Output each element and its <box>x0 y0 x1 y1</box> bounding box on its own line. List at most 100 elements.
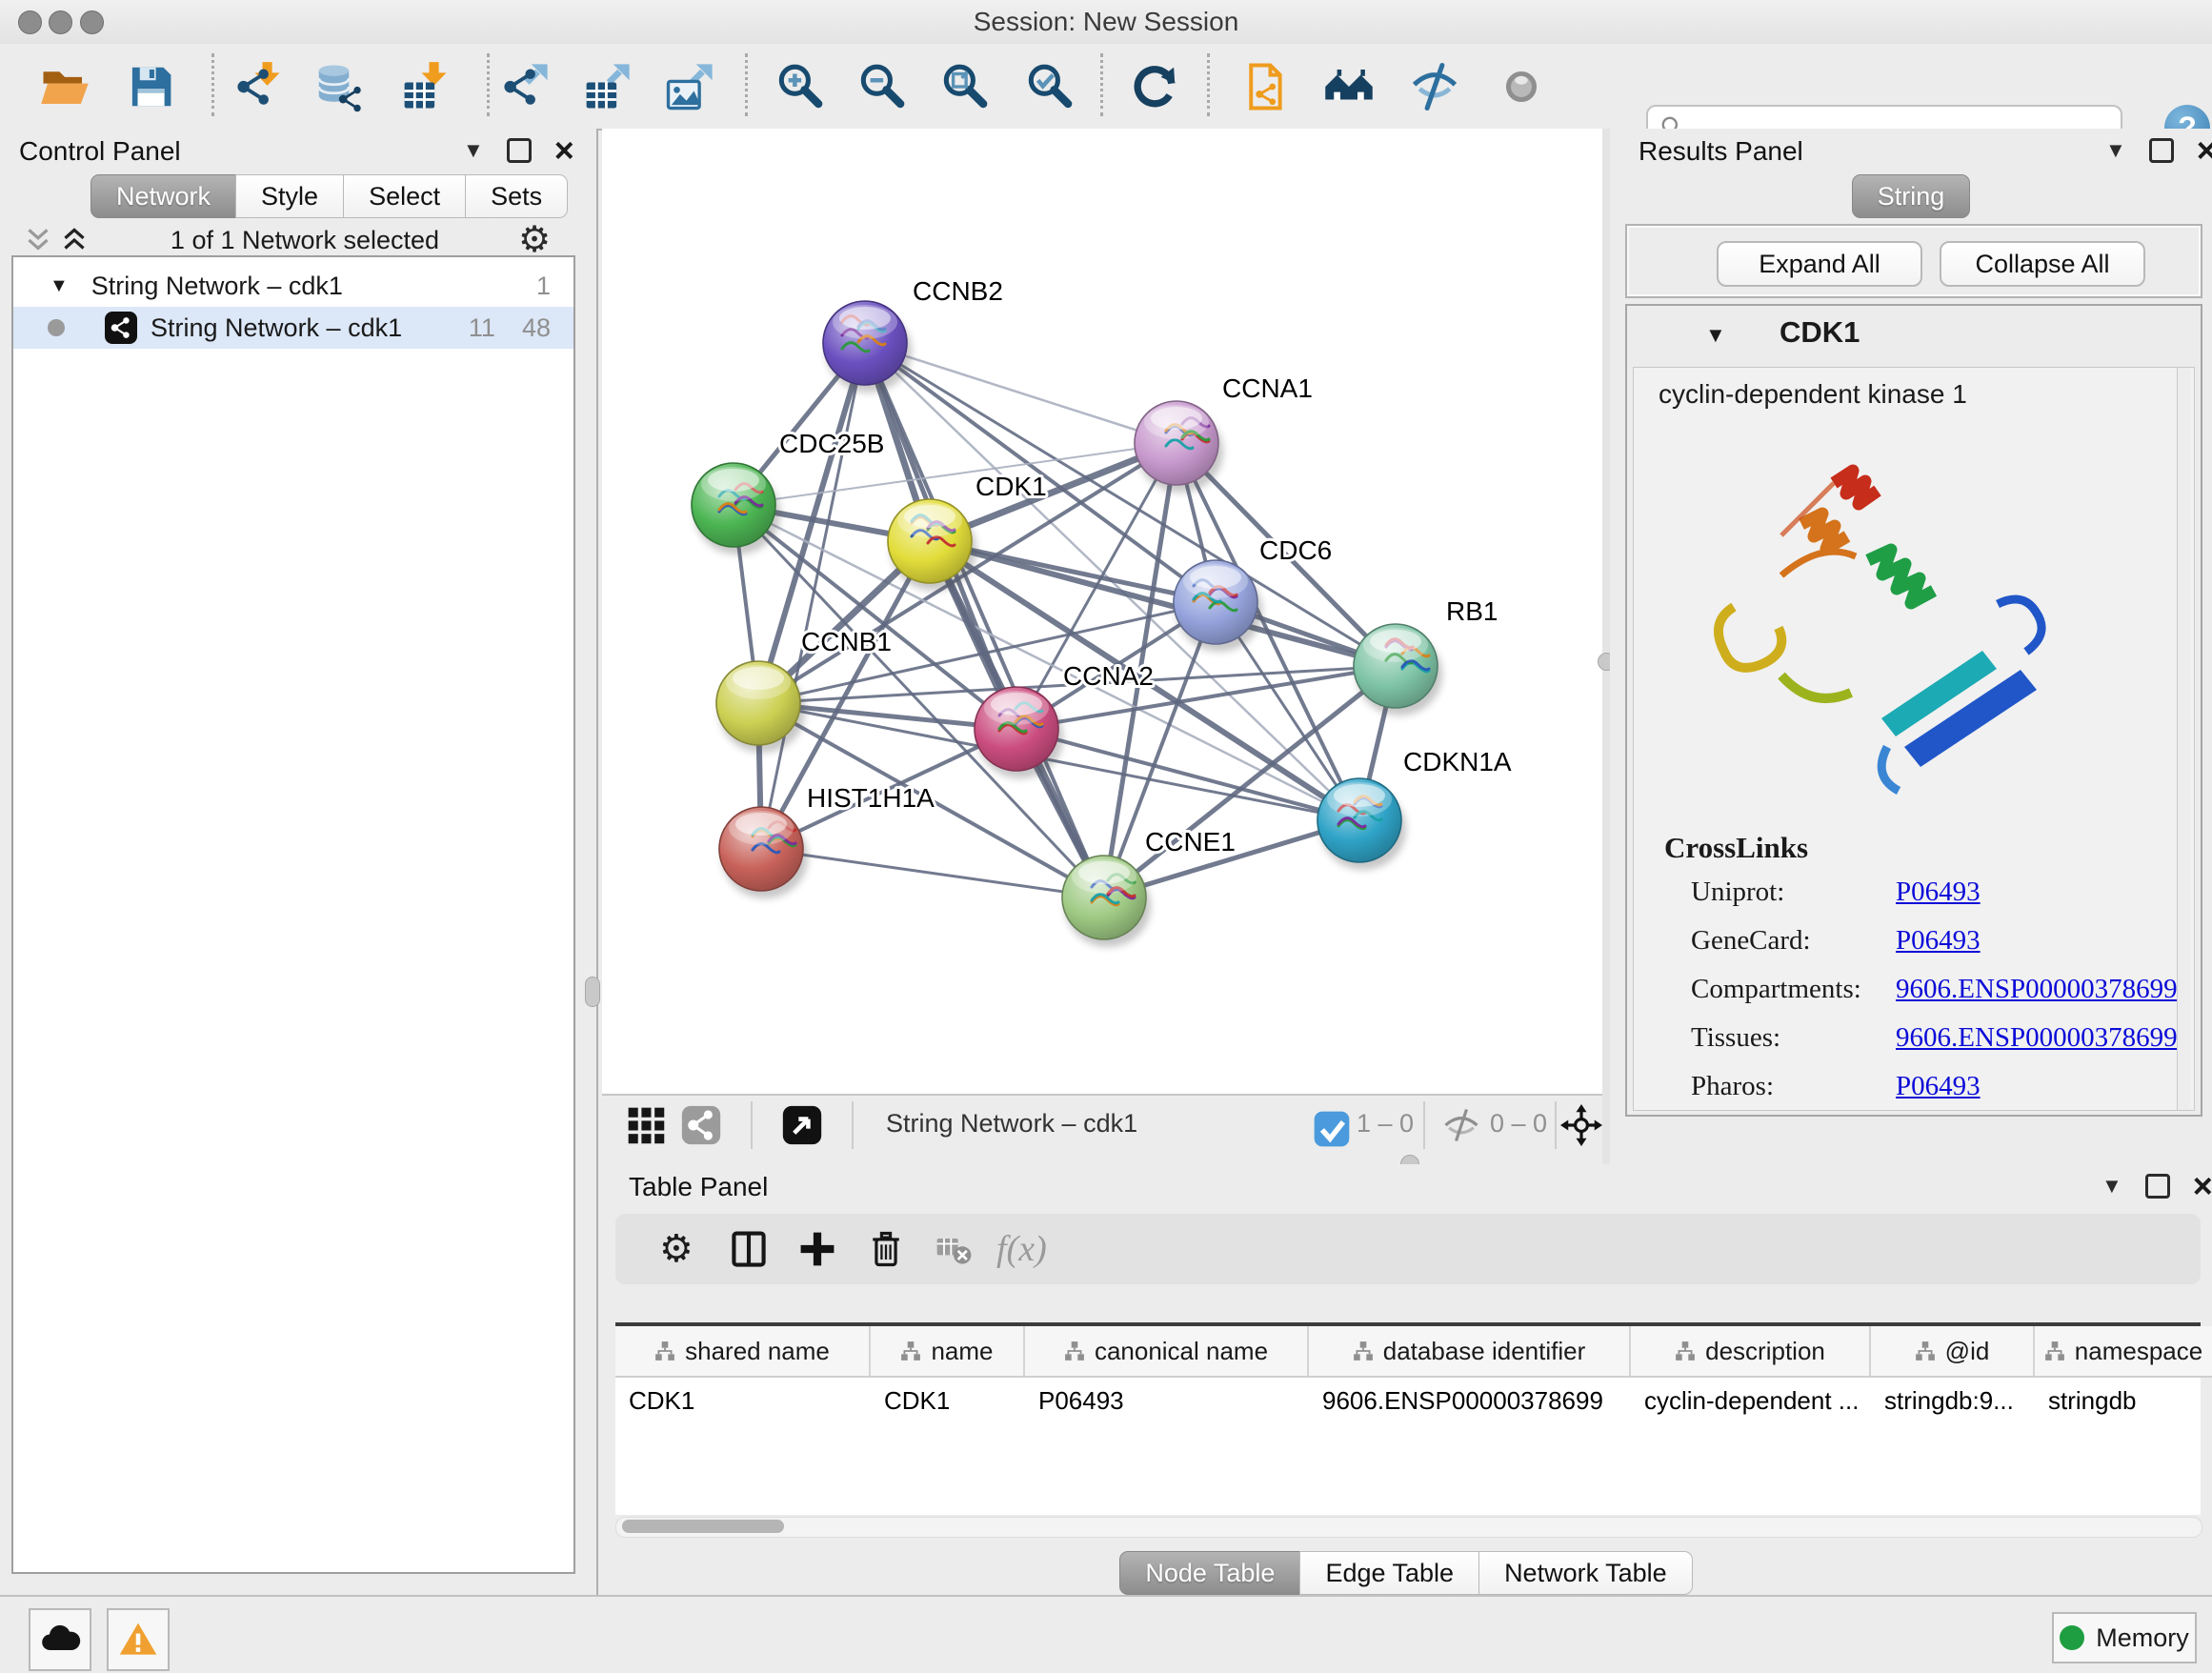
table-hscrollbar-thumb[interactable] <box>622 1520 784 1533</box>
gene-collapse-icon[interactable]: ▼ <box>1705 323 1726 348</box>
import-table-button[interactable] <box>397 59 452 114</box>
selected-checkbox-icon[interactable] <box>1311 1108 1345 1142</box>
table-gear-icon[interactable]: ⚙ <box>659 1228 701 1270</box>
network-status-dot-icon <box>48 319 65 336</box>
warning-icon <box>117 1619 159 1661</box>
collapse-all-button[interactable]: Collapse All <box>1940 241 2145 287</box>
collapse-all-tree-icon[interactable] <box>23 224 53 256</box>
table-panel-collapse-icon[interactable]: ▼ <box>2101 1176 2122 1197</box>
import-network-database-button[interactable] <box>311 59 366 114</box>
node-count: 11 <box>469 313 495 343</box>
node-table[interactable]: shared namenamecanonical namedatabase id… <box>615 1322 2201 1515</box>
fit-content-move-icon[interactable] <box>1560 1104 1602 1146</box>
column-header-description[interactable]: description <box>1631 1326 1871 1378</box>
control-panel-close-icon[interactable]: × <box>554 141 574 160</box>
table-cell[interactable]: P06493 <box>1025 1378 1309 1423</box>
table-cell[interactable]: stringdb <box>2035 1378 2212 1423</box>
view-toolbar-separator <box>852 1101 854 1149</box>
warning-button[interactable] <box>107 1608 170 1671</box>
memory-button[interactable]: Memory <box>2052 1612 2197 1663</box>
table-cell[interactable]: stringdb:9... <box>1871 1378 2035 1423</box>
collection-count: 1 <box>536 272 551 301</box>
table-panel-float-icon[interactable] <box>2145 1174 2170 1199</box>
node-label-CCNA1: CCNA1 <box>1222 373 1313 403</box>
results-buttons-group: Expand All Collapse All <box>1625 224 2202 298</box>
zoom-in-button[interactable] <box>773 59 828 114</box>
table-hscrollbar[interactable] <box>615 1517 2202 1538</box>
column-header-canonicalname[interactable]: canonical name <box>1025 1326 1309 1378</box>
node-label-CCNB2: CCNB2 <box>913 276 1003 306</box>
import-network-button[interactable] <box>231 59 286 114</box>
network-collection-row[interactable]: ▼ String Network – cdk1 1 <box>13 265 573 307</box>
results-panel-close-icon[interactable]: × <box>2197 141 2212 160</box>
crosslink-value[interactable]: 9606.ENSP00000378699 <box>1896 1022 2178 1054</box>
expand-all-tree-icon[interactable] <box>59 224 90 256</box>
zoom-window-icon[interactable] <box>80 10 104 34</box>
crosslink-value[interactable]: 9606.ENSP00000378699 <box>1896 974 2178 1005</box>
results-panel-float-icon[interactable] <box>2149 138 2174 163</box>
string-view-icon[interactable] <box>680 1104 722 1146</box>
tab-sets[interactable]: Sets <box>465 174 568 218</box>
share-session-button[interactable] <box>1238 59 1294 114</box>
view-toolbar-separator <box>1555 1101 1557 1149</box>
home-pages-button[interactable] <box>1321 59 1377 114</box>
results-panel-collapse-icon[interactable]: ▼ <box>2105 140 2126 161</box>
table-cell[interactable]: 9606.ENSP00000378699 <box>1309 1378 1631 1423</box>
zoom-fit-button[interactable] <box>937 59 993 114</box>
selected-count: 1 – 0 <box>1357 1109 1414 1139</box>
table-cell[interactable]: cyclin-dependent ... <box>1631 1378 1871 1423</box>
crosslink-value[interactable]: P06493 <box>1896 877 1981 908</box>
edge-count: 48 <box>522 313 551 343</box>
hide-panel-button[interactable] <box>1407 59 1462 114</box>
results-scrollbar[interactable] <box>2177 368 2190 1110</box>
protein-structure-image <box>1691 431 2072 802</box>
table-panel-close-icon[interactable]: × <box>2193 1177 2212 1196</box>
control-panel: Control Panel ▼ × NetworkStyleSelectSets… <box>0 129 598 1595</box>
table-cell[interactable]: CDK1 <box>615 1378 871 1423</box>
column-header-sharedname[interactable]: shared name <box>615 1326 871 1378</box>
open-folder-button[interactable] <box>37 59 92 114</box>
network-canvas[interactable]: CCNB2 CCNA1 CDC25B CDK1 CDC6 RB1 <box>602 129 1602 1094</box>
tab-string[interactable]: String <box>1852 174 1971 218</box>
tab-style[interactable]: Style <box>235 174 344 218</box>
close-window-icon[interactable] <box>18 10 42 34</box>
expand-all-button[interactable]: Expand All <box>1717 241 1922 287</box>
left-splitter-handle[interactable] <box>585 977 600 1007</box>
network-name: String Network – cdk1 <box>151 313 402 343</box>
control-panel-float-icon[interactable] <box>507 138 532 163</box>
zoom-selected-button[interactable] <box>1022 59 1077 114</box>
refresh-layout-button[interactable] <box>1128 59 1183 114</box>
birdseye-view-icon[interactable] <box>781 1104 823 1146</box>
delete-column-trash-icon[interactable] <box>865 1228 907 1270</box>
export-image-button[interactable] <box>662 59 717 114</box>
cloud-button[interactable] <box>29 1608 91 1671</box>
grid-view-icon[interactable] <box>625 1104 667 1146</box>
vertical-splitter[interactable] <box>1602 129 1610 1164</box>
tab-edge-table[interactable]: Edge Table <box>1299 1551 1479 1595</box>
zoom-out-button[interactable] <box>855 59 910 114</box>
crosslink-value[interactable]: P06493 <box>1896 1071 1981 1102</box>
show-columns-icon[interactable] <box>728 1228 770 1270</box>
control-panel-collapse-icon[interactable]: ▼ <box>463 140 484 161</box>
tab-select[interactable]: Select <box>343 174 466 218</box>
minimize-window-icon[interactable] <box>49 10 72 34</box>
crosslink-value[interactable]: P06493 <box>1896 925 1981 957</box>
crosslink-row: Pharos: P06493 <box>1691 1071 2186 1102</box>
column-header-id[interactable]: @id <box>1871 1326 2035 1378</box>
save-session-button[interactable] <box>123 59 178 114</box>
export-network-button[interactable] <box>497 59 553 114</box>
tab-node-table[interactable]: Node Table <box>1119 1551 1300 1595</box>
column-header-name[interactable]: name <box>871 1326 1025 1378</box>
hidden-eye-icon <box>1440 1104 1482 1146</box>
table-cell[interactable]: CDK1 <box>871 1378 1025 1423</box>
horizontal-splitter[interactable] <box>602 1153 1602 1164</box>
column-header-namespace[interactable]: namespace <box>2035 1326 2212 1378</box>
add-column-icon[interactable] <box>796 1228 838 1270</box>
column-header-databaseidentifier[interactable]: database identifier <box>1309 1326 1631 1378</box>
tree-expand-icon[interactable]: ▼ <box>50 275 69 297</box>
show-panel-button[interactable] <box>1494 59 1549 114</box>
export-table-button[interactable] <box>579 59 634 114</box>
tab-network[interactable]: Network <box>90 174 236 218</box>
network-row-selected[interactable]: String Network – cdk1 11 48 <box>13 307 573 349</box>
tab-network-table[interactable]: Network Table <box>1478 1551 1693 1595</box>
